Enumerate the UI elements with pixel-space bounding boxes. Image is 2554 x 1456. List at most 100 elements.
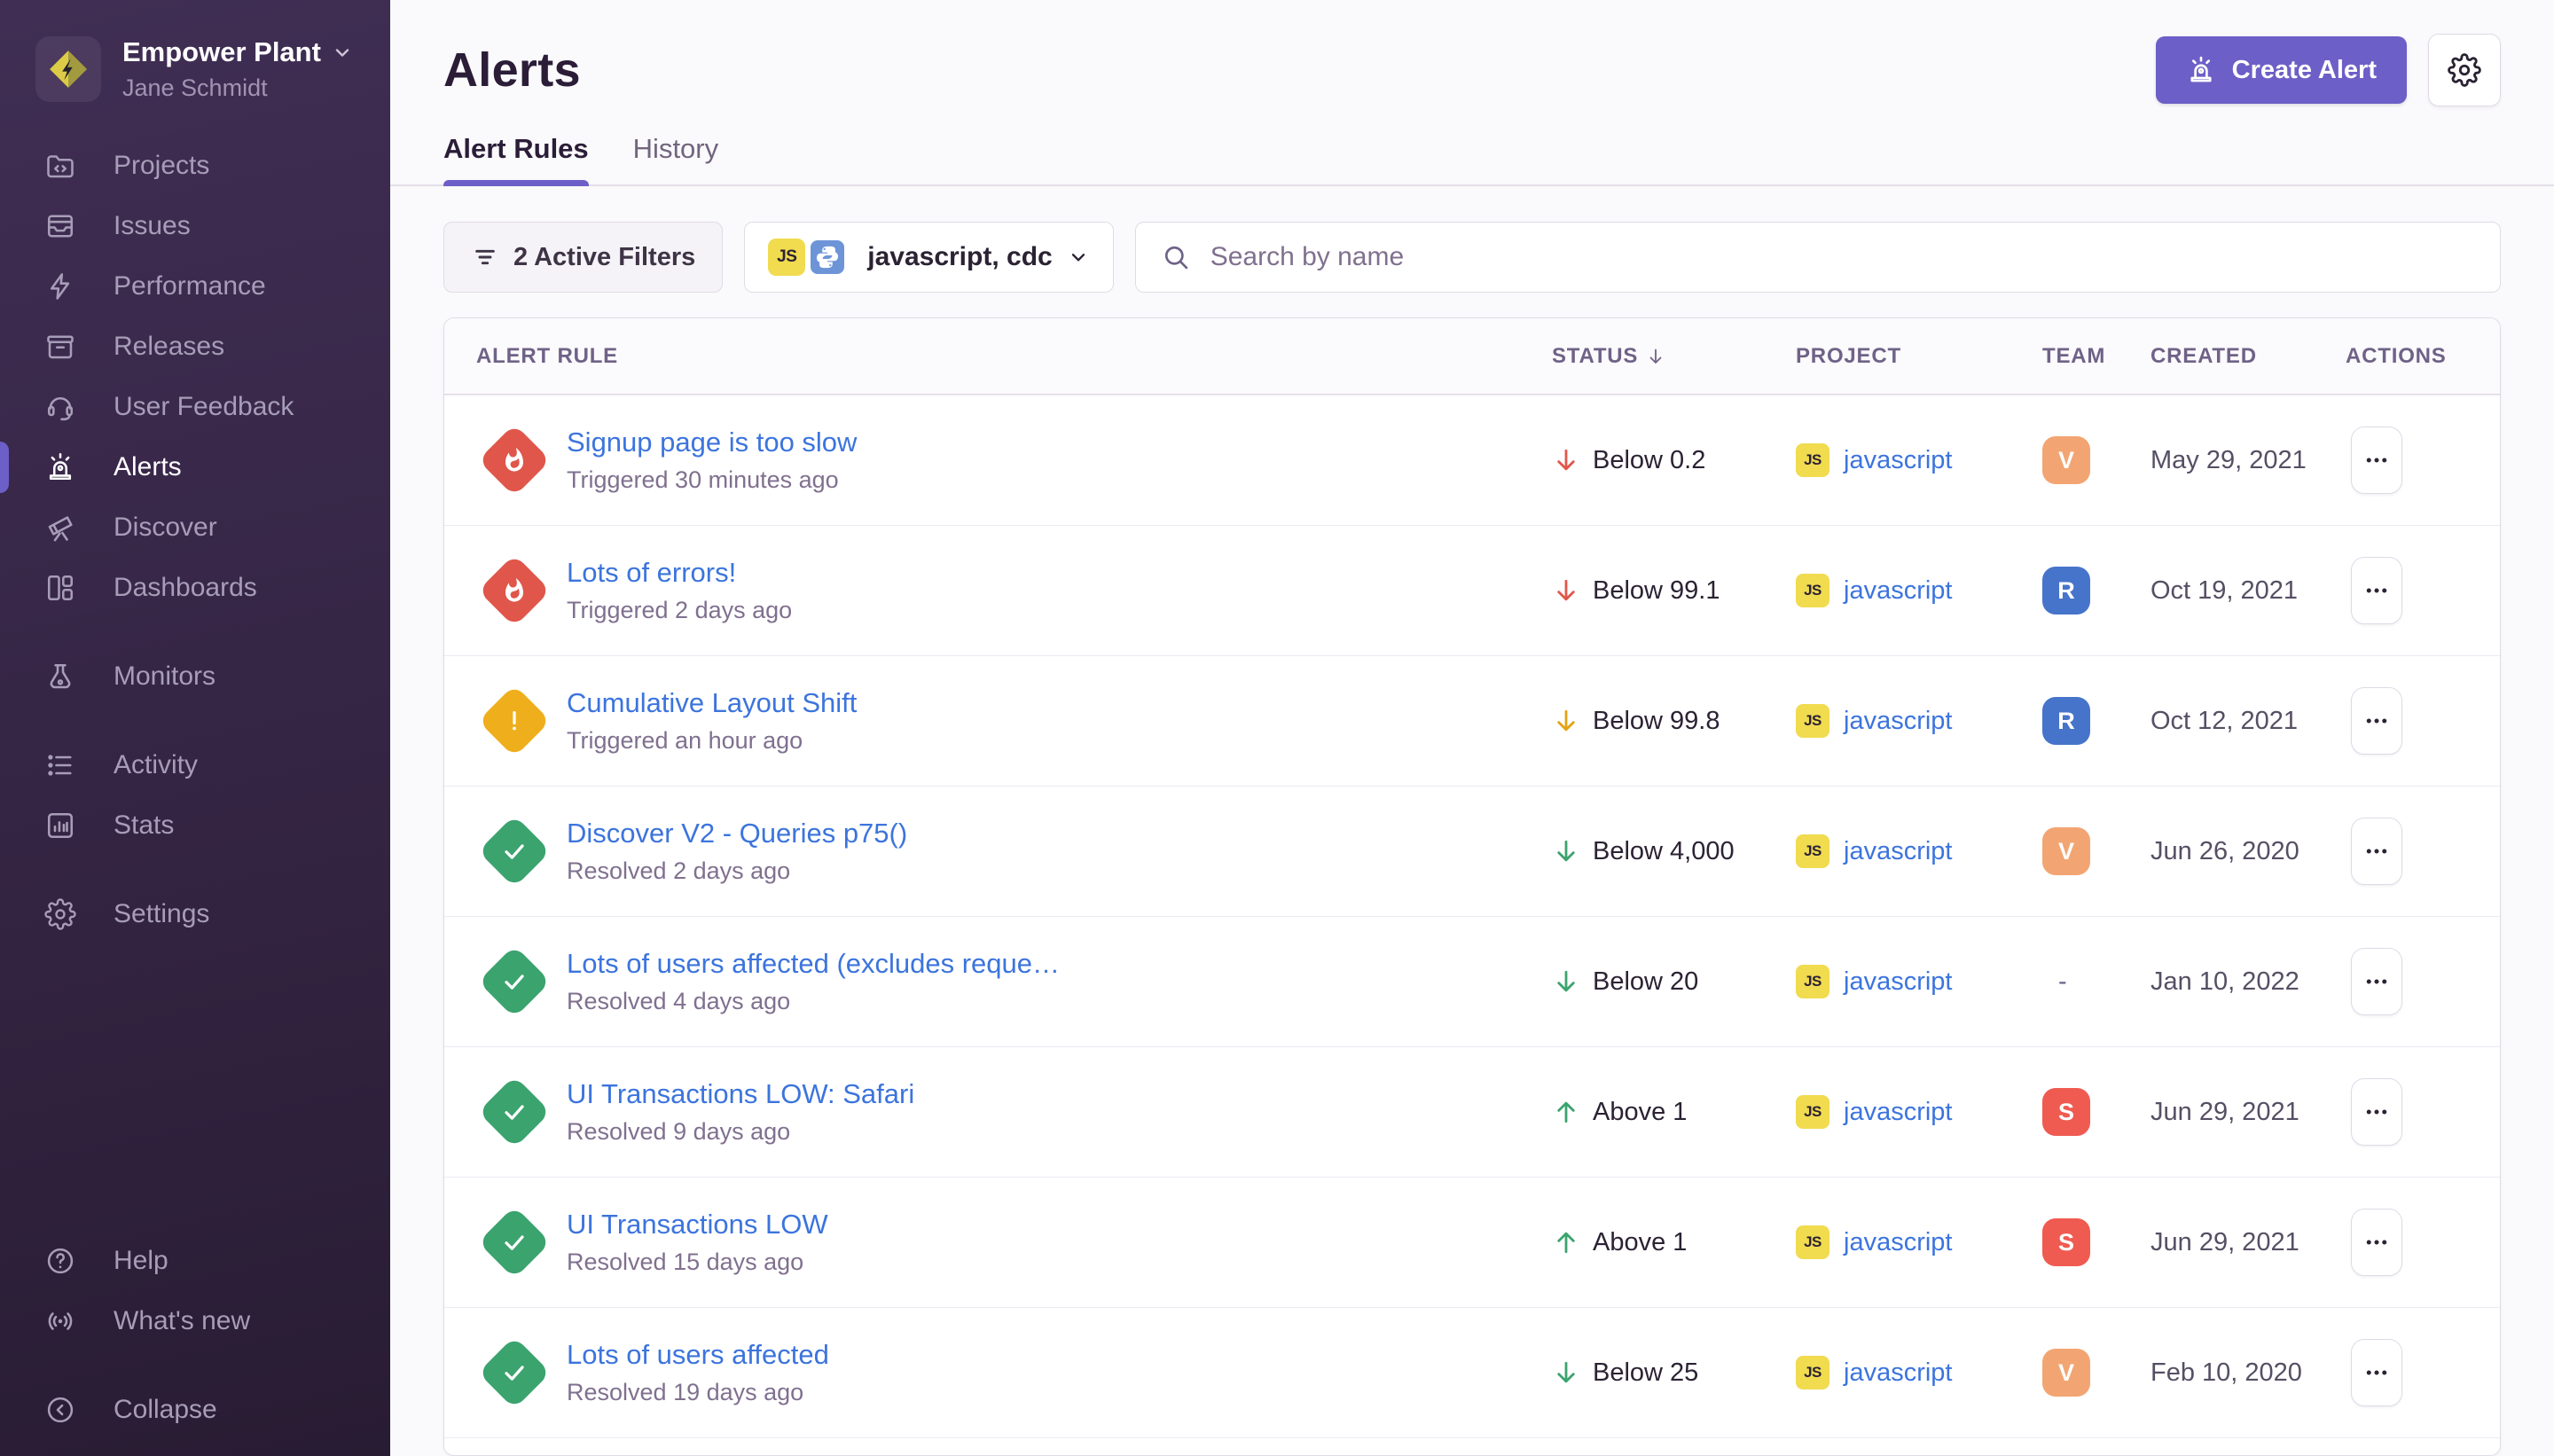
sidebar-item-activity[interactable]: Activity — [0, 735, 390, 795]
row-actions-button[interactable] — [2351, 1078, 2402, 1146]
alert-rule-link[interactable]: Lots of users affected — [567, 1339, 829, 1371]
active-filters-label: 2 Active Filters — [513, 243, 695, 272]
table-row: Lots of users affected (excludes reque… … — [444, 916, 2500, 1046]
sidebar-item-alerts[interactable]: Alerts — [0, 437, 390, 497]
table-row: Discover V2 - Queries p75() Resolved 2 d… — [444, 786, 2500, 916]
alert-rule-link[interactable]: Lots of errors! — [567, 557, 792, 589]
column-header-team: Team — [2042, 344, 2151, 369]
support-icon — [44, 391, 76, 423]
gear-icon — [2448, 53, 2481, 87]
sidebar-item-discover[interactable]: Discover — [0, 497, 390, 558]
table-row: Cumulative Layout Shift Triggered an hou… — [444, 655, 2500, 786]
javascript-icon: JS — [768, 239, 805, 276]
project-link[interactable]: javascript — [1844, 446, 1953, 475]
alert-rule-subtitle: Resolved 9 days ago — [567, 1118, 914, 1146]
sidebar-item-label: Settings — [114, 899, 209, 929]
row-actions-button[interactable] — [2351, 948, 2402, 1015]
siren-icon — [2186, 55, 2216, 85]
sidebar-collapse-button[interactable]: Collapse — [0, 1380, 390, 1440]
status-cell: Below 25 — [1552, 1358, 1796, 1388]
projects-folder-icon — [44, 150, 76, 182]
row-actions-button[interactable] — [2351, 1339, 2402, 1406]
alert-resolved-icon — [478, 945, 551, 1018]
table-row: UI Transactions LOW Resolved 15 days ago… — [444, 1177, 2500, 1307]
project-selector-label: javascript, cdc — [867, 242, 1052, 272]
project-link[interactable]: javascript — [1844, 1358, 1953, 1388]
created-date: Jan 10, 2022 — [2151, 967, 2346, 997]
project-selector-dropdown[interactable]: JS javascript, cdc — [744, 222, 1113, 293]
ellipsis-icon — [2363, 968, 2390, 995]
sidebar-item-whats-new[interactable]: What's new — [0, 1291, 390, 1351]
sidebar-item-stats[interactable]: Stats — [0, 795, 390, 856]
arrow-down-icon — [1552, 576, 1580, 605]
alert-critical-icon — [478, 554, 551, 627]
sidebar-item-label: What's new — [114, 1306, 250, 1336]
alert-settings-button[interactable] — [2428, 34, 2501, 106]
ellipsis-icon — [2363, 577, 2390, 604]
active-indicator — [0, 442, 9, 493]
org-switcher[interactable]: Empower Plant Jane Schmidt — [0, 0, 390, 104]
arrow-down-icon — [1552, 837, 1580, 865]
team-badge: V — [2042, 827, 2090, 875]
sidebar-item-user-feedback[interactable]: User Feedback — [0, 377, 390, 437]
tab-alert-rules[interactable]: Alert Rules — [443, 133, 589, 184]
alert-rule-link[interactable]: UI Transactions LOW — [567, 1209, 828, 1241]
row-actions-button[interactable] — [2351, 1209, 2402, 1276]
alert-rule-link[interactable]: Lots of users affected (excludes reque… — [567, 948, 1060, 980]
arrow-up-icon — [1552, 1228, 1580, 1256]
org-name: Empower Plant — [122, 35, 321, 70]
team-badge: R — [2042, 697, 2090, 745]
tab-history[interactable]: History — [633, 133, 718, 184]
created-date: Jun 29, 2021 — [2151, 1098, 2346, 1127]
sidebar-item-label: Dashboards — [114, 573, 257, 603]
create-alert-button[interactable]: Create Alert — [2156, 36, 2407, 104]
sidebar-item-projects[interactable]: Projects — [0, 136, 390, 196]
column-header-created[interactable]: Created — [2151, 344, 2346, 369]
sidebar-item-dashboards[interactable]: Dashboards — [0, 558, 390, 618]
row-actions-button[interactable] — [2351, 427, 2402, 494]
status-cell: Above 1 — [1552, 1228, 1796, 1257]
table-header-row: Alert Rule Status Project Team Created A… — [444, 318, 2500, 395]
list-icon — [44, 749, 76, 781]
ellipsis-icon — [2363, 838, 2390, 865]
sidebar-item-label: Projects — [114, 151, 209, 181]
search-input[interactable] — [1210, 242, 2475, 272]
alert-warning-icon — [478, 685, 551, 757]
project-link[interactable]: javascript — [1844, 837, 1953, 866]
sidebar-item-performance[interactable]: Performance — [0, 256, 390, 317]
alert-rule-link[interactable]: UI Transactions LOW: Safari — [567, 1078, 914, 1110]
column-header-project[interactable]: Project — [1796, 344, 2042, 369]
sidebar-item-settings[interactable]: Settings — [0, 884, 390, 944]
column-header-status[interactable]: Status — [1552, 344, 1796, 369]
ellipsis-icon — [2363, 1099, 2390, 1125]
chevron-down-icon — [1067, 246, 1090, 269]
created-date: Jun 26, 2020 — [2151, 837, 2346, 866]
sidebar-item-releases[interactable]: Releases — [0, 317, 390, 377]
project-link[interactable]: javascript — [1844, 1228, 1953, 1257]
ellipsis-icon — [2363, 1359, 2390, 1386]
javascript-icon: JS — [1796, 965, 1829, 998]
sidebar-item-label: Monitors — [114, 661, 215, 692]
row-actions-button[interactable] — [2351, 818, 2402, 885]
sidebar-item-label: Performance — [114, 271, 266, 301]
table-row: Lots of users affected Resolved 19 days … — [444, 1307, 2500, 1437]
alert-rule-link[interactable]: Discover V2 - Queries p75() — [567, 818, 907, 849]
alert-rule-link[interactable]: Signup page is too slow — [567, 427, 857, 458]
created-date: Jun 29, 2021 — [2151, 1228, 2346, 1257]
sidebar-item-issues[interactable]: Issues — [0, 196, 390, 256]
table-row: Lots of errors! Triggered 2 days ago Bel… — [444, 525, 2500, 655]
row-actions-button[interactable] — [2351, 687, 2402, 755]
project-link[interactable]: javascript — [1844, 1098, 1953, 1127]
no-team-dash: - — [2042, 967, 2067, 996]
alert-rule-link[interactable]: Cumulative Layout Shift — [567, 687, 857, 719]
column-header-actions: Actions — [2346, 344, 2468, 369]
sidebar-item-monitors[interactable]: Monitors — [0, 646, 390, 707]
row-actions-button[interactable] — [2351, 557, 2402, 624]
active-filters-button[interactable]: 2 Active Filters — [443, 222, 723, 293]
project-link[interactable]: javascript — [1844, 576, 1953, 606]
status-cell: Below 99.8 — [1552, 707, 1796, 736]
sidebar-item-help[interactable]: Help — [0, 1231, 390, 1291]
created-date: Feb 10, 2020 — [2151, 1358, 2346, 1388]
project-link[interactable]: javascript — [1844, 707, 1953, 736]
project-link[interactable]: javascript — [1844, 967, 1953, 997]
